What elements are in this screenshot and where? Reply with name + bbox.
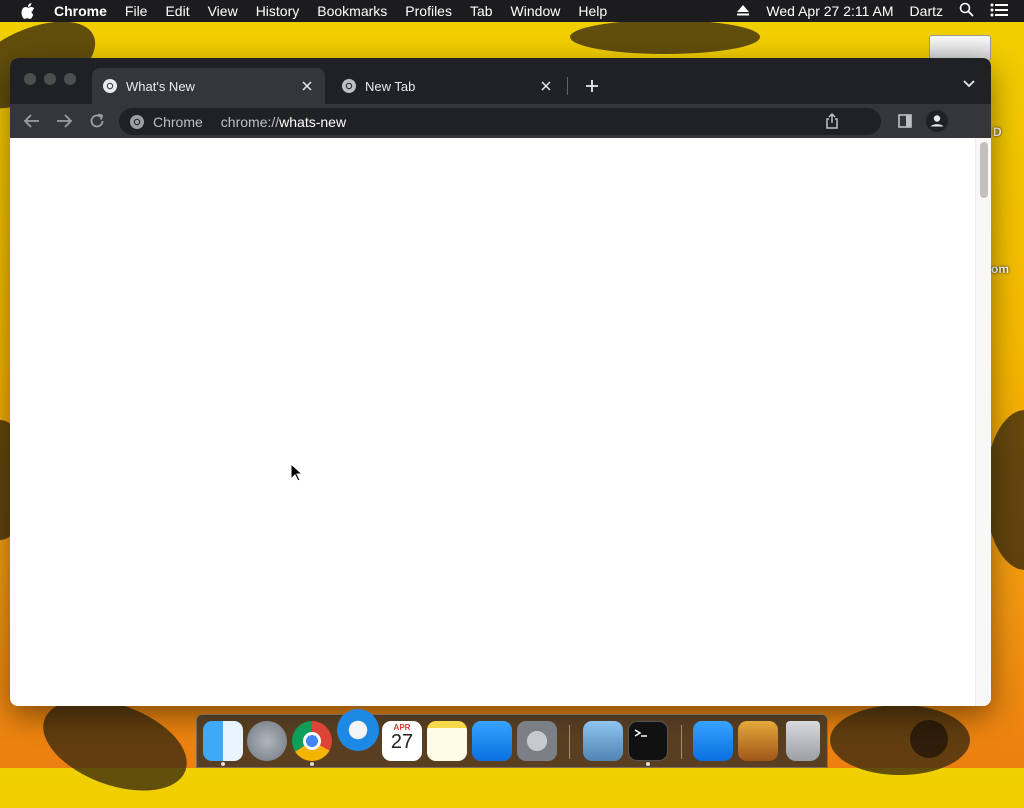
- running-indicator: [310, 762, 314, 766]
- share-icon[interactable]: [823, 112, 841, 130]
- notification-center-icon[interactable]: [990, 3, 1008, 20]
- menu-profiles[interactable]: Profiles: [405, 3, 452, 19]
- tab-separator: [567, 77, 568, 95]
- apple-menu-icon[interactable]: [18, 3, 38, 19]
- dock-calendar-icon[interactable]: APR 27: [382, 721, 422, 761]
- dock-app-store-icon[interactable]: [472, 721, 512, 761]
- window-minimize-button[interactable]: [44, 73, 56, 85]
- profile-avatar-icon[interactable]: [925, 109, 949, 133]
- tab-title: New Tab: [365, 78, 416, 94]
- mouse-cursor-icon: [290, 463, 304, 482]
- running-indicator: [221, 762, 225, 766]
- page-content[interactable]: [10, 138, 991, 706]
- chrome-site-icon: [129, 114, 145, 130]
- forward-arrow-icon[interactable]: [52, 109, 76, 133]
- menu-user[interactable]: Dartz: [910, 3, 943, 19]
- tab-new-tab[interactable]: New Tab: [331, 68, 564, 104]
- tab-close-icon[interactable]: [299, 78, 315, 94]
- wallpaper-shape: [830, 705, 970, 775]
- address-bar[interactable]: Chrome chrome://whats-new: [119, 108, 881, 135]
- dock-chrome-icon[interactable]: [292, 721, 332, 761]
- dock-terminal-icon[interactable]: [628, 721, 668, 761]
- wallpaper-shape: [570, 20, 760, 54]
- tab-whats-new[interactable]: What's New: [92, 68, 325, 104]
- tab-title: What's New: [126, 78, 195, 94]
- menu-window[interactable]: Window: [511, 3, 561, 19]
- reload-icon[interactable]: [85, 109, 109, 133]
- back-arrow-icon[interactable]: [20, 109, 44, 133]
- window-zoom-button[interactable]: [64, 73, 76, 85]
- menu-app-name[interactable]: Chrome: [54, 3, 107, 19]
- window-close-button[interactable]: [24, 73, 36, 85]
- dock-separator: [569, 725, 570, 759]
- dock-finder-icon[interactable]: [203, 721, 243, 761]
- menu-bar: Chrome File Edit View History Bookmarks …: [0, 0, 1024, 22]
- chrome-favicon-icon: [341, 78, 357, 94]
- desktop-label: D: [993, 125, 1002, 139]
- side-panel-icon[interactable]: [893, 109, 917, 133]
- chrome-favicon-icon: [102, 78, 118, 94]
- dock-separator: [681, 725, 682, 759]
- menu-bookmarks[interactable]: Bookmarks: [317, 3, 387, 19]
- scrollbar-thumb[interactable]: [980, 142, 988, 198]
- dock-notes-icon[interactable]: [427, 721, 467, 761]
- site-chip[interactable]: Chrome: [153, 114, 203, 130]
- tab-strip: What's New New Tab: [10, 58, 991, 104]
- chrome-window: What's New New Tab Chrome chrome://whats…: [10, 58, 991, 706]
- new-tab-plus-icon[interactable]: [578, 72, 606, 100]
- tab-close-icon[interactable]: [538, 78, 554, 94]
- dock-trash-icon[interactable]: [786, 721, 820, 761]
- calendar-day: 27: [390, 731, 414, 753]
- url-scheme: chrome://: [220, 113, 280, 130]
- spotlight-search-icon[interactable]: [959, 2, 974, 20]
- dock-system-preferences-icon[interactable]: [517, 721, 557, 761]
- dock-app-store-download-icon[interactable]: [693, 721, 733, 761]
- menu-edit[interactable]: Edit: [165, 3, 189, 19]
- menu-clock[interactable]: Wed Apr 27 2:11 AM: [766, 3, 893, 19]
- eject-icon[interactable]: [736, 3, 750, 19]
- menu-help[interactable]: Help: [578, 3, 607, 19]
- vertical-scrollbar[interactable]: [975, 138, 991, 706]
- dock-safari-icon[interactable]: [337, 709, 379, 751]
- browser-toolbar: Chrome chrome://whats-new: [10, 104, 991, 138]
- dock: APR 27: [196, 709, 828, 768]
- dock-preview-icon[interactable]: [583, 721, 623, 761]
- dock-dont-starve-icon[interactable]: [738, 721, 778, 761]
- menu-extras: Wed Apr 27 2:11 AM Dartz: [736, 0, 1024, 22]
- menu-tab[interactable]: Tab: [470, 3, 493, 19]
- wallpaper-shape: [910, 720, 948, 758]
- url-host: whats-new: [279, 113, 347, 130]
- desktop-label: om: [991, 262, 1009, 276]
- dock-launchpad-icon[interactable]: [247, 721, 287, 761]
- url-text[interactable]: chrome://whats-new: [221, 114, 346, 130]
- menu-history[interactable]: History: [256, 3, 300, 19]
- menu-view[interactable]: View: [208, 3, 238, 19]
- tab-search-chevron-down-icon[interactable]: [957, 72, 981, 96]
- running-indicator: [646, 762, 650, 766]
- menu-file[interactable]: File: [125, 3, 148, 19]
